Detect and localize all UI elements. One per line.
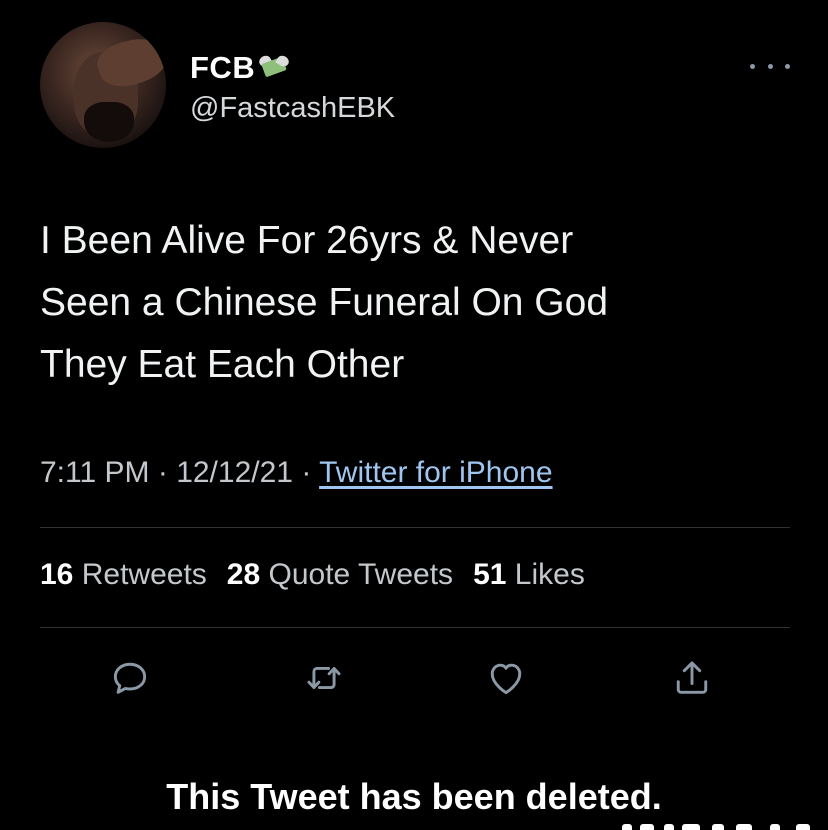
display-name[interactable]: FCB: [190, 50, 255, 86]
retweet-icon[interactable]: [302, 656, 346, 700]
tweet-text-line: Seen a Chinese Funeral On God: [40, 281, 609, 324]
avatar-beard: [84, 102, 134, 142]
retweets-stat[interactable]: 16 Retweets: [40, 558, 207, 591]
tweet-time[interactable]: 7:11 PM: [40, 456, 150, 489]
share-icon[interactable]: [670, 656, 714, 700]
retweets-label: Retweets: [81, 558, 207, 591]
tweet-text: I Been Alive For 26yrs & Never Seen a Ch…: [40, 210, 800, 396]
tweet-meta: 7:11 PM · 12/12/21 · Twitter for iPhone: [40, 456, 553, 490]
tweet-card: FCB @FastcashEBK I Been Alive For 26yrs …: [0, 0, 828, 830]
author-name-row[interactable]: FCB: [190, 50, 291, 86]
money-with-wings-icon: [257, 53, 291, 82]
more-options-icon[interactable]: [750, 56, 790, 76]
divider: [40, 527, 790, 528]
cropped-watermark: [620, 818, 828, 830]
divider: [40, 627, 790, 628]
user-handle[interactable]: @FastcashEBK: [190, 92, 395, 125]
tweet-source-link[interactable]: Twitter for iPhone: [319, 456, 552, 489]
retweets-count: 16: [40, 558, 74, 591]
reply-icon[interactable]: [108, 656, 152, 700]
quote-tweets-stat[interactable]: 28 Quote Tweets: [227, 558, 453, 591]
tweet-text-line: I Been Alive For 26yrs & Never: [40, 219, 574, 262]
tweet-deleted-notice: This Tweet has been deleted.: [166, 776, 662, 817]
tweet-text-line: They Eat Each Other: [40, 343, 405, 386]
like-icon[interactable]: [484, 656, 528, 700]
meta-separator: ·: [157, 456, 168, 489]
tweet-date[interactable]: 12/12/21: [176, 456, 293, 489]
tweet-stats: 16 Retweets 28 Quote Tweets 51 Likes: [40, 558, 585, 592]
quote-tweets-count: 28: [226, 558, 261, 591]
meta-separator: ·: [301, 456, 312, 489]
quote-tweets-label: Quote Tweets: [268, 558, 454, 591]
likes-count: 51: [473, 558, 507, 591]
tweet-actions-bar: [0, 656, 828, 700]
likes-label: Likes: [514, 558, 585, 591]
avatar[interactable]: [40, 22, 166, 148]
likes-stat[interactable]: 51 Likes: [473, 558, 585, 591]
